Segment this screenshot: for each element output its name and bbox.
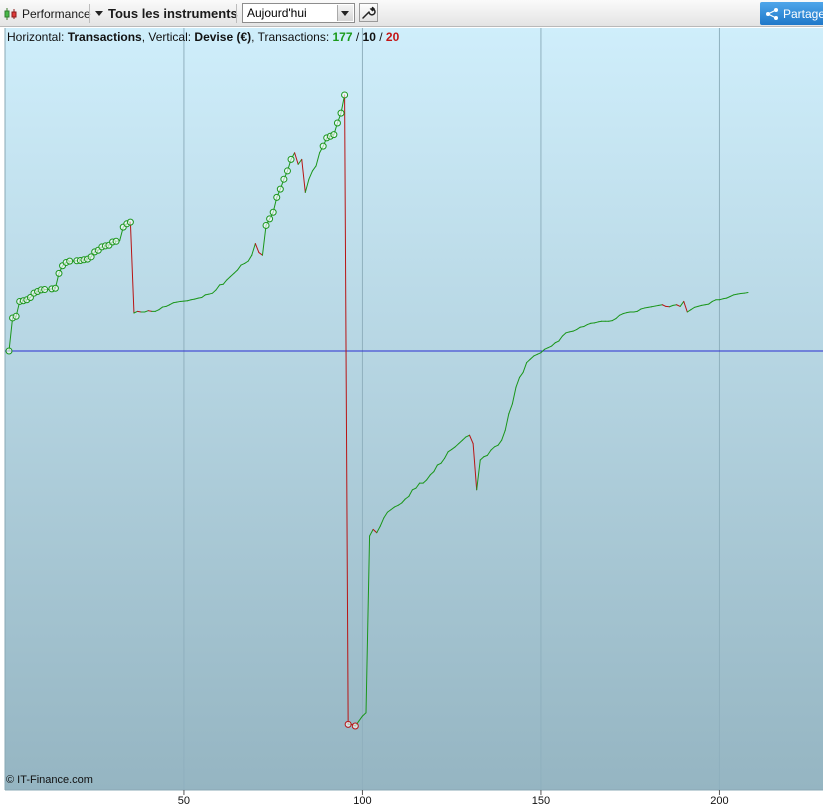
period-select[interactable]: Aujourd'hui <box>242 3 355 23</box>
curve-segment <box>176 300 181 303</box>
curve-segment <box>733 293 738 296</box>
dropdown-caret-icon <box>95 11 103 16</box>
peak-marker <box>12 312 20 320</box>
wrench-icon <box>362 6 376 19</box>
curve-segment <box>647 306 653 308</box>
share-icon <box>766 7 778 20</box>
equity-chart: 50 100 150 200 <box>0 28 823 812</box>
peak-marker <box>41 286 49 294</box>
peak-marker <box>337 109 345 117</box>
share-label: Partager <box>783 6 823 21</box>
curve-segment <box>743 292 749 294</box>
curve-segment <box>651 305 656 308</box>
settings-button[interactable] <box>359 3 378 22</box>
peak-marker <box>283 167 291 175</box>
peak-marker <box>280 175 288 183</box>
peak-marker <box>276 185 284 193</box>
vertical-value: Devise (€) <box>194 30 252 44</box>
copyright-text: © IT-Finance.com <box>6 774 93 786</box>
curve-segment <box>597 320 603 323</box>
share-button[interactable]: Partager <box>760 2 823 25</box>
curve-segment <box>654 304 660 307</box>
instruments-dropdown[interactable]: Tous les instruments <box>95 0 238 27</box>
peak-marker <box>51 284 59 292</box>
curve-segment <box>172 301 178 304</box>
x-tick-label: 150 <box>532 795 550 807</box>
count-separator: / <box>352 30 363 44</box>
curve-segment <box>219 283 224 286</box>
toolbar-divider <box>236 4 237 23</box>
peak-marker <box>66 257 74 265</box>
instruments-label: Tous les instruments <box>108 6 238 21</box>
curve-segment <box>204 293 210 296</box>
curve-segment <box>626 311 631 314</box>
peak-marker <box>55 269 63 277</box>
curve-segment <box>722 297 728 300</box>
vertical-label: , Vertical: <box>141 30 195 44</box>
transactions-label: , Transactions: <box>251 30 333 44</box>
curve-segment <box>608 320 613 322</box>
curve-segment <box>701 304 706 306</box>
trough-marker <box>344 720 352 728</box>
trough-marker <box>351 722 359 730</box>
curve-segment <box>137 310 142 313</box>
x-tick-label: 100 <box>353 795 371 807</box>
curve-segment <box>704 303 710 306</box>
curve-segment <box>633 310 638 313</box>
count-separator: / <box>375 30 386 44</box>
horizontal-label: Horizontal: <box>7 30 68 44</box>
winning-count: 177 <box>332 30 353 44</box>
curve-segment <box>736 293 742 295</box>
curve-segment <box>197 296 203 299</box>
curve-segment <box>190 298 196 301</box>
peak-marker <box>319 142 327 150</box>
horizontal-value: Transactions <box>67 30 142 44</box>
peak-marker <box>5 347 13 355</box>
select-arrow-icon[interactable] <box>337 5 353 21</box>
chart-info-line: Horizontal: Transactions, Vertical: Devi… <box>7 30 399 44</box>
toolbar: Performance Tous les instruments Aujourd… <box>0 0 823 27</box>
toolbar-divider <box>89 4 90 23</box>
peak-marker <box>273 193 281 201</box>
plot-area <box>5 28 823 790</box>
candlestick-icon <box>4 7 17 20</box>
peak-marker <box>287 155 295 163</box>
x-axis-band <box>0 790 823 812</box>
peak-marker <box>262 221 270 229</box>
x-tick-label: 50 <box>178 795 190 807</box>
performance-label: Performance <box>22 6 91 21</box>
performance-button[interactable]: Performance <box>3 0 91 27</box>
curve-segment <box>658 304 663 306</box>
curve-segment <box>579 326 585 328</box>
peak-marker <box>333 119 341 127</box>
curve-segment <box>672 304 678 306</box>
peak-marker <box>341 91 349 99</box>
neutral-count: 10 <box>362 30 376 44</box>
curve-segment <box>147 310 153 312</box>
peak-marker <box>266 215 274 223</box>
curve-segment <box>643 306 649 309</box>
period-value: Aujourd'hui <box>247 6 307 20</box>
losing-count: 20 <box>385 30 400 44</box>
peak-marker <box>126 218 134 226</box>
x-tick-label: 200 <box>710 795 728 807</box>
peak-marker <box>330 131 338 139</box>
peak-marker <box>112 237 120 245</box>
peak-marker <box>269 208 277 216</box>
curve-segment <box>162 305 167 308</box>
curve-segment <box>568 330 574 333</box>
